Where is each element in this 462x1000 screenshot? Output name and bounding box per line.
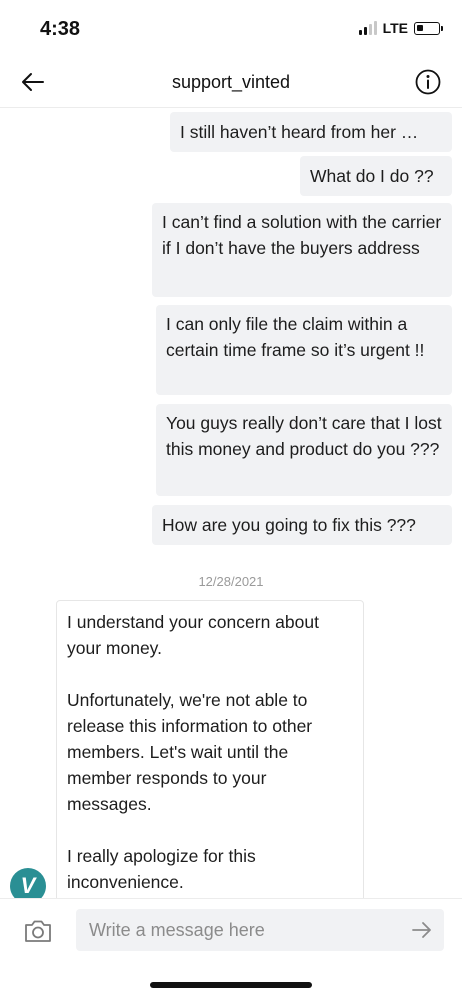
message-list[interactable]: I still haven’t heard from her … What do…	[0, 108, 462, 898]
camera-icon	[25, 920, 51, 942]
arrow-right-icon	[412, 922, 431, 938]
outgoing-message: I still haven’t heard from her …	[170, 112, 452, 152]
outgoing-message: You guys really don’t care that I lost t…	[156, 404, 452, 496]
chat-screen: 4:38 LTE support_vinted I still haven’t …	[0, 0, 462, 1000]
conversation-title: support_vinted	[171, 72, 291, 92]
incoming-message: I understand your concern about your mon…	[56, 600, 364, 898]
status-indicators: LTE	[358, 20, 443, 36]
home-indicator[interactable]	[150, 982, 312, 988]
network-label: LTE	[382, 20, 408, 36]
outgoing-message: I can only file the claim within a certa…	[156, 305, 452, 395]
info-circle-icon	[415, 69, 441, 95]
outgoing-message: What do I do ??	[300, 156, 452, 196]
message-input-container	[76, 909, 444, 951]
avatar[interactable]: V	[10, 868, 46, 898]
outgoing-message: I can’t find a solution with the carrier…	[152, 203, 452, 297]
incoming-message-paragraph: I understand your concern about your mon…	[67, 612, 319, 658]
status-bar: 4:38 LTE	[0, 0, 462, 56]
message-composer	[0, 898, 462, 962]
info-button[interactable]	[414, 68, 442, 96]
status-time: 4:38	[40, 18, 81, 40]
conversation-header: support_vinted	[0, 56, 462, 108]
signal-icon	[358, 21, 377, 35]
incoming-message-paragraph: Unfortunately, we're not able to release…	[67, 690, 313, 814]
battery-icon	[414, 21, 443, 35]
camera-button[interactable]	[22, 917, 54, 945]
incoming-message-paragraph: I really apologize for this inconvenienc…	[67, 846, 256, 892]
outgoing-message: How are you going to fix this ???	[152, 505, 452, 545]
send-button[interactable]	[410, 919, 434, 941]
date-separator: 12/28/2021	[198, 574, 264, 589]
avatar-letter: V	[20, 873, 36, 898]
message-input[interactable]	[76, 909, 396, 951]
